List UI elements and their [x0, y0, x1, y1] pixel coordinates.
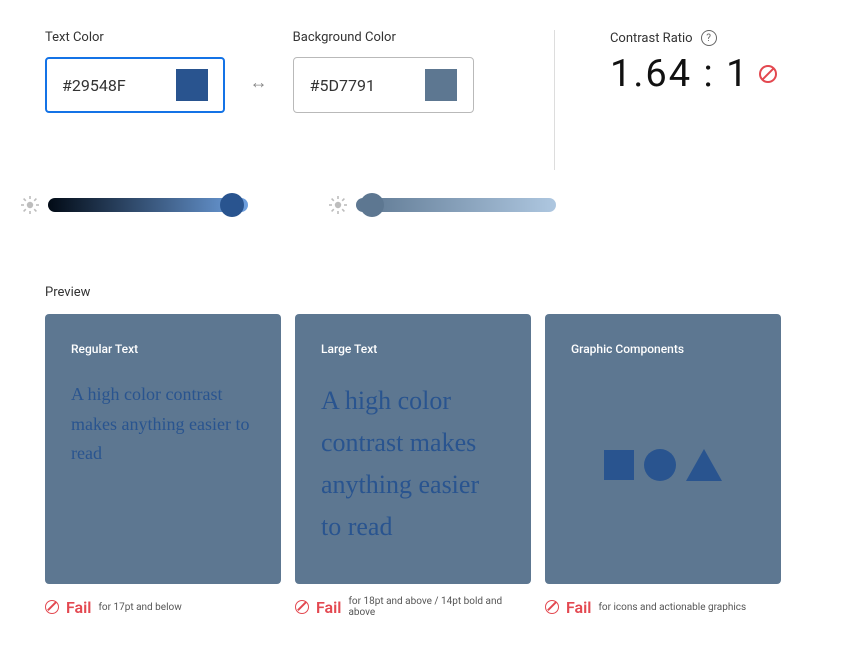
preview-card-regular: Regular Text A high color contrast makes…: [45, 314, 281, 584]
bg-color-swatch[interactable]: [425, 69, 457, 101]
preview-sample-large: A high color contrast makes anything eas…: [321, 380, 505, 548]
contrast-ratio-label: Contrast Ratio: [610, 31, 693, 46]
brightness-icon: [328, 195, 348, 215]
status-text: Fail: [566, 598, 591, 617]
bg-color-label: Background Color: [293, 30, 474, 45]
square-icon: [604, 450, 634, 480]
bg-color-lightness-slider[interactable]: [356, 198, 556, 212]
help-icon[interactable]: ?: [701, 30, 717, 46]
status-desc: for 17pt and below: [98, 602, 181, 613]
status-regular: Fail for 17pt and below: [45, 596, 281, 618]
bg-color-value: #5D7791: [310, 76, 375, 95]
bg-color-group: Background Color #5D7791: [293, 30, 474, 113]
preview-card-title: Regular Text: [71, 342, 255, 356]
color-controls-row: Text Color #29548F ↔ Background Color #5…: [45, 30, 825, 170]
bg-color-slider-wrap: [328, 195, 556, 215]
status-desc: for icons and actionable graphics: [598, 602, 746, 613]
status-row: Fail for 17pt and below Fail for 18pt an…: [45, 596, 825, 618]
swap-colors-button[interactable]: ↔: [250, 72, 268, 93]
preview-row: Regular Text A high color contrast makes…: [45, 314, 825, 584]
status-large: Fail for 18pt and above / 14pt bold and …: [295, 596, 531, 618]
contrast-ratio-value: 1.64 : 1: [610, 52, 750, 96]
prohibit-icon: [759, 65, 777, 83]
preview-label: Preview: [45, 285, 825, 300]
text-color-label: Text Color: [45, 30, 225, 45]
text-color-group: Text Color #29548F: [45, 30, 225, 113]
prohibit-icon: [545, 600, 559, 614]
status-desc: for 18pt and above / 14pt bold and above: [348, 596, 531, 618]
status-text: Fail: [66, 598, 91, 617]
vertical-divider: [554, 30, 555, 170]
preview-card-graphic: Graphic Components: [545, 314, 781, 584]
slider-thumb[interactable]: [220, 193, 244, 217]
preview-card-title: Large Text: [321, 342, 505, 356]
text-color-slider-wrap: [20, 195, 248, 215]
text-color-value: #29548F: [62, 76, 126, 95]
lightness-sliders-row: [20, 195, 825, 215]
graphic-shapes: [571, 380, 755, 550]
brightness-icon: [20, 195, 40, 215]
preview-card-title: Graphic Components: [571, 342, 755, 356]
circle-icon: [644, 449, 676, 481]
prohibit-icon: [45, 600, 59, 614]
preview-sample-regular: A high color contrast makes anything eas…: [71, 380, 255, 469]
triangle-icon: [686, 449, 722, 481]
status-text: Fail: [316, 598, 341, 617]
text-color-input[interactable]: #29548F: [45, 57, 225, 113]
slider-thumb[interactable]: [360, 193, 384, 217]
preview-card-large: Large Text A high color contrast makes a…: [295, 314, 531, 584]
text-color-swatch[interactable]: [176, 69, 208, 101]
bg-color-input[interactable]: #5D7791: [293, 57, 474, 113]
contrast-ratio-block: Contrast Ratio ? 1.64 : 1: [610, 30, 778, 96]
prohibit-icon: [295, 600, 309, 614]
status-graphic: Fail for icons and actionable graphics: [545, 596, 781, 618]
text-color-lightness-slider[interactable]: [48, 198, 248, 212]
